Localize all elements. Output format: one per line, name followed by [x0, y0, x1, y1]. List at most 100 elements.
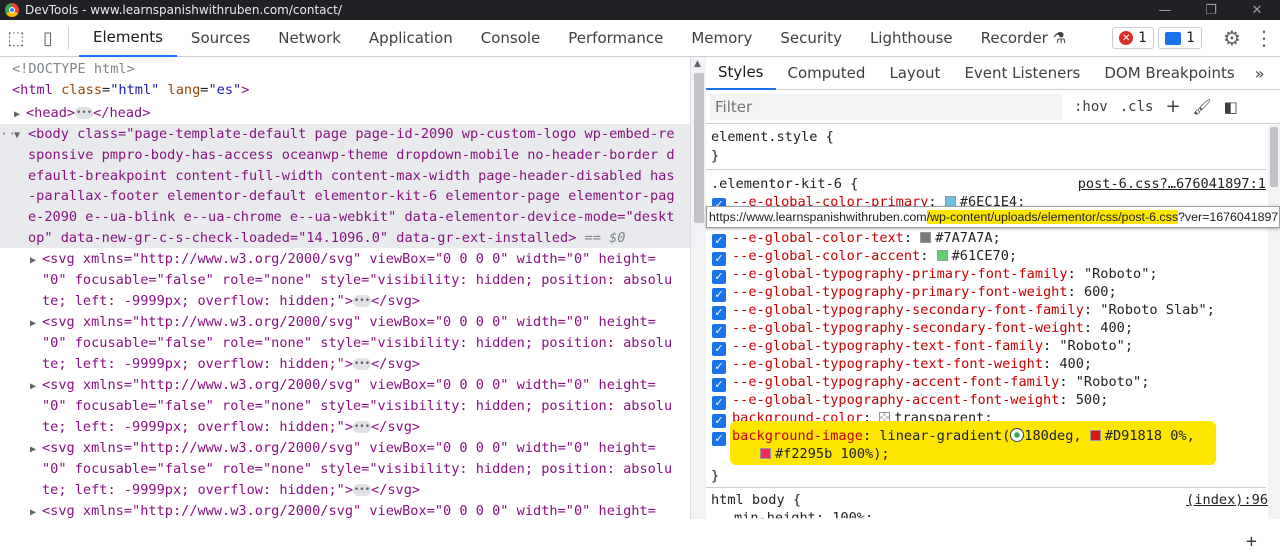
errors-badge[interactable]: ✕ 1 — [1112, 27, 1155, 49]
prop-secondary-font-family[interactable]: ✓ --e-global-typography-secondary-font-fa… — [712, 301, 1215, 320]
expand-triangle-icon[interactable]: ▶ — [30, 503, 42, 519]
ellipsis-icon[interactable]: ••• — [353, 484, 371, 496]
color-swatch-icon[interactable] — [920, 232, 932, 243]
kit-selector[interactable]: .elementor-kit-6 { — [711, 175, 858, 193]
scrollbar-thumb[interactable] — [694, 73, 704, 223]
dom-scrollbar[interactable]: ▲ — [690, 57, 706, 519]
element-style-selector[interactable]: element.style { — [711, 128, 834, 146]
ellipsis-icon[interactable]: ••• — [75, 107, 94, 119]
prop-secondary-font-weight[interactable]: ✓ --e-global-typography-secondary-font-we… — [712, 319, 1133, 338]
tab-styles[interactable]: Styles — [706, 57, 776, 90]
prop-name: --e-global-typography-primary-font-weigh… — [732, 284, 1068, 300]
prop-value: "Roboto Slab"; — [1100, 302, 1215, 318]
tab-layout[interactable]: Layout — [877, 57, 952, 90]
prop-accent-font-family[interactable]: ✓ --e-global-typography-accent-font-famil… — [712, 373, 1149, 392]
element-style-close: } — [711, 148, 720, 164]
color-swatch-icon[interactable] — [936, 250, 948, 261]
expand-triangle-icon[interactable]: ▶ — [30, 377, 42, 398]
collapse-triangle-icon[interactable]: ▼ — [14, 126, 26, 147]
checkbox[interactable]: ✓ — [712, 342, 726, 356]
kit-source-link[interactable]: post-6.css?…676041897:1 — [1078, 175, 1266, 193]
tab-dom-breakpoints[interactable]: DOM Breakpoints — [1092, 57, 1246, 90]
filter-input[interactable] — [710, 93, 1062, 120]
tab-elements[interactable]: Elements — [79, 20, 177, 57]
ellipsis-icon[interactable]: ••• — [353, 295, 371, 307]
html-body-source-link[interactable]: (index):96 — [1186, 491, 1268, 509]
tab-recorder[interactable]: Recorder ⚗ — [967, 20, 1080, 57]
messages-badge[interactable]: 1 — [1158, 27, 1202, 49]
tab-network[interactable]: Network — [264, 20, 355, 57]
tab-lighthouse[interactable]: Lighthouse — [856, 20, 967, 57]
ellipsis-icon[interactable]: ••• — [353, 358, 371, 370]
paint-brush-icon[interactable]: 🖌 — [1193, 98, 1212, 116]
color-swatch-icon[interactable] — [1089, 430, 1101, 441]
selected-marker: == $0 — [584, 230, 626, 246]
body-line-6-text: op" data-new-gr-c-s-check-loaded="14.109… — [28, 230, 577, 246]
color-swatch-icon[interactable] — [760, 448, 771, 459]
tab-sources[interactable]: Sources — [177, 20, 264, 57]
device-toolbar-icon[interactable]: ▯ — [32, 20, 64, 56]
toggle-sidebar-icon[interactable]: ◧ — [1224, 98, 1238, 116]
body-node[interactable]: ▼ — [14, 124, 26, 147]
tab-performance[interactable]: Performance — [554, 20, 677, 57]
expand-triangle-icon[interactable]: ▶ — [14, 105, 26, 126]
checkbox[interactable]: ✓ — [712, 288, 726, 302]
expand-triangle-icon[interactable]: ▶ — [30, 314, 42, 335]
checkbox[interactable]: ✓ — [712, 306, 726, 320]
body-line-4: -parallax-footer elementor-default eleme… — [28, 188, 675, 204]
styles-scrollbar[interactable] — [1268, 125, 1280, 519]
prop-color-accent[interactable]: ✓ --e-global-color-accent: #61CE70; — [712, 247, 1017, 266]
checkbox[interactable]: ✓ — [712, 234, 726, 248]
svg-line3-text: te; left: -9999px; overflow: hidden;"> — [42, 419, 353, 435]
svg-line3-text: te; left: -9999px; overflow: hidden;"> — [42, 293, 353, 309]
restore-icon[interactable]: ❐ — [1188, 3, 1234, 18]
cls-button[interactable]: .cls — [1120, 99, 1154, 115]
prop-primary-font-family[interactable]: ✓ --e-global-typography-primary-font-fami… — [712, 265, 1158, 284]
svg-line3-text: te; left: -9999px; overflow: hidden;"> — [42, 356, 353, 372]
tab-memory[interactable]: Memory — [677, 20, 766, 57]
html-body-selector[interactable]: html body { — [711, 491, 801, 509]
prop-text-font-family[interactable]: ✓ --e-global-typography-text-font-family:… — [712, 337, 1133, 356]
rule-divider — [706, 169, 1266, 170]
tab-console[interactable]: Console — [467, 20, 555, 57]
checkbox[interactable]: ✓ — [712, 414, 726, 428]
prop-primary-font-weight[interactable]: ✓ --e-global-typography-primary-font-weig… — [712, 283, 1117, 302]
gear-icon[interactable]: ⚙ — [1216, 26, 1248, 50]
styles-pane: Styles Computed Layout Event Listeners D… — [706, 57, 1280, 551]
gradient-angle-icon[interactable] — [1010, 428, 1025, 442]
more-tabs-icon[interactable]: » — [1247, 57, 1273, 90]
doctype-line[interactable]: <!DOCTYPE html> — [12, 59, 135, 80]
window-title: DevTools - www.learnspanishwithruben.com… — [25, 3, 342, 17]
hov-button[interactable]: :hov — [1074, 99, 1108, 115]
svg-close-tag: </svg> — [371, 293, 421, 309]
add-property-plus-icon[interactable]: + — [1246, 532, 1257, 551]
checkbox[interactable]: ✓ — [712, 378, 726, 392]
close-icon[interactable]: ✕ — [1234, 3, 1280, 18]
scrollbar-thumb[interactable] — [1270, 127, 1278, 187]
new-rule-plus-icon[interactable]: + — [1165, 96, 1180, 117]
tab-event-listeners[interactable]: Event Listeners — [952, 57, 1092, 90]
inspect-element-icon[interactable]: ⬚ — [0, 20, 32, 56]
tab-security[interactable]: Security — [766, 20, 856, 57]
tab-application[interactable]: Application — [355, 20, 467, 57]
prop-name: background-image — [732, 428, 863, 444]
scroll-up-icon[interactable]: ▲ — [694, 59, 701, 69]
minimize-icon[interactable]: — — [1142, 3, 1188, 18]
expand-triangle-icon[interactable]: ▶ — [30, 440, 42, 461]
prop-accent-font-weight[interactable]: ✓ --e-global-typography-accent-font-weigh… — [712, 391, 1109, 410]
checkbox[interactable]: ✓ — [712, 432, 726, 446]
checkbox[interactable]: ✓ — [712, 360, 726, 374]
more-options-icon[interactable]: ⋮ — [1248, 26, 1280, 50]
expand-triangle-icon[interactable]: ▶ — [30, 251, 42, 272]
tab-computed[interactable]: Computed — [776, 57, 878, 90]
prop-background-image[interactable]: ✓ background-image: linear-gradient(180de… — [712, 427, 1195, 446]
ellipsis-icon[interactable]: ••• — [353, 421, 371, 433]
head-node[interactable]: ▶ <head>•••</head> — [14, 103, 150, 126]
checkbox[interactable]: ✓ — [712, 252, 726, 266]
checkbox[interactable]: ✓ — [712, 270, 726, 284]
checkbox[interactable]: ✓ — [712, 324, 726, 338]
checkbox[interactable]: ✓ — [712, 396, 726, 410]
prop-text-font-weight[interactable]: ✓ --e-global-typography-text-font-weight:… — [712, 355, 1092, 374]
html-node[interactable]: <html class="html" lang="es"> — [12, 80, 249, 101]
prop-color-text[interactable]: ✓ --e-global-color-text: #7A7A7A; — [712, 229, 1001, 248]
